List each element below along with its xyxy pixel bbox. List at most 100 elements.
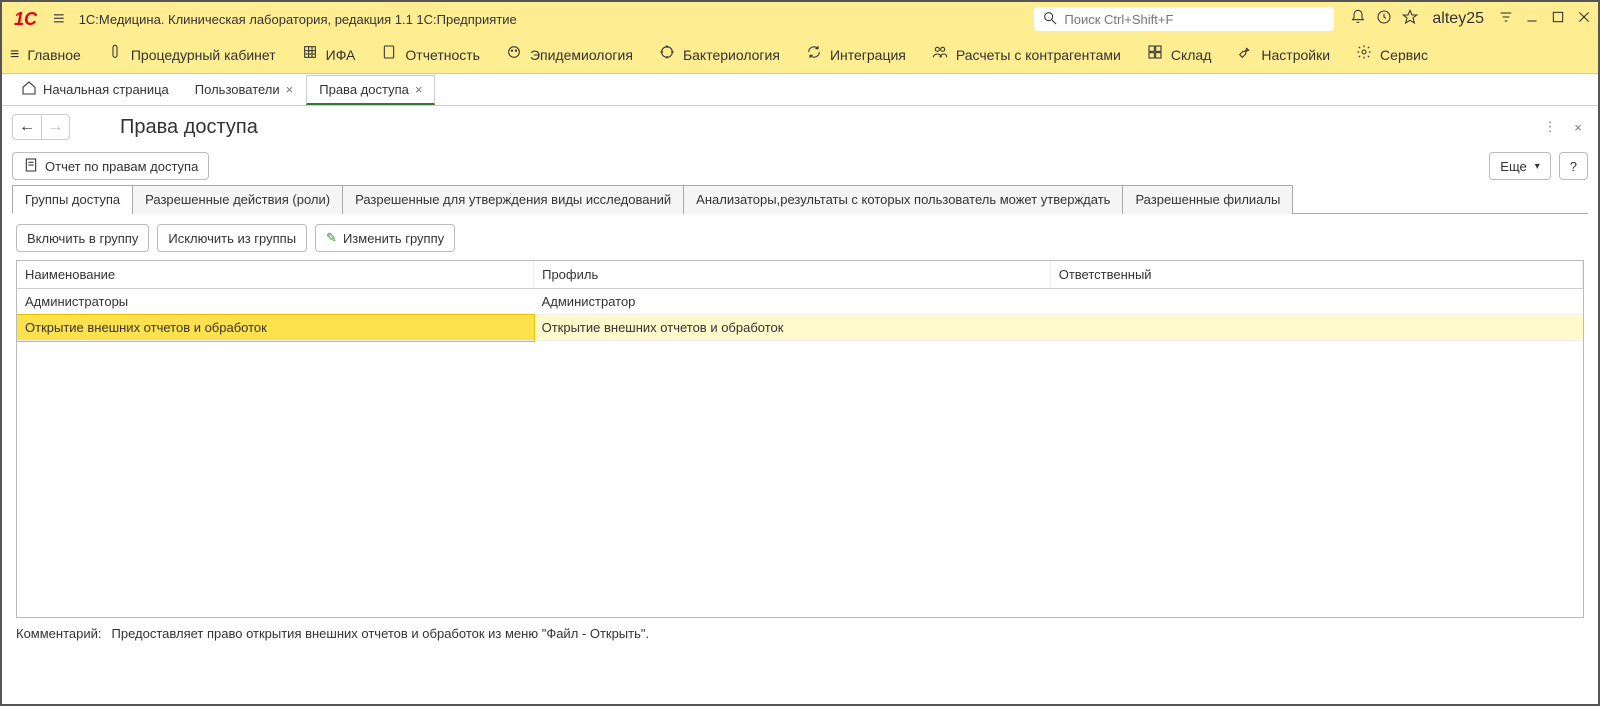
- comment-label: Комментарий:: [16, 626, 102, 641]
- kebab-icon[interactable]: ⋮: [1540, 117, 1560, 137]
- minimize-icon[interactable]: [1524, 9, 1540, 30]
- button-label: Изменить группу: [343, 231, 444, 246]
- table-cell: Администратор: [534, 289, 1051, 315]
- search-icon: [1042, 10, 1058, 29]
- menu-label: Процедурный кабинет: [131, 47, 276, 63]
- wrench-icon: [1237, 44, 1253, 65]
- book-icon: [381, 44, 397, 65]
- home-icon: [21, 80, 37, 100]
- maximize-icon[interactable]: [1550, 9, 1566, 30]
- intab-analyzers[interactable]: Анализаторы,результаты с которых пользов…: [683, 185, 1123, 214]
- logo-1c: 1C: [8, 9, 43, 30]
- menu-bact[interactable]: Бактериология: [659, 44, 780, 65]
- intab-study-types[interactable]: Разрешенные для утверждения виды исследо…: [342, 185, 684, 214]
- menu-settings[interactable]: Настройки: [1237, 44, 1330, 65]
- access-groups-table: Наименование Профиль Ответственный Админ…: [17, 261, 1583, 341]
- table-container[interactable]: Наименование Профиль Ответственный Админ…: [16, 260, 1584, 618]
- menu-reports[interactable]: Отчетность: [381, 44, 480, 65]
- menu-label: ИФА: [326, 47, 356, 63]
- table-row[interactable]: Открытие внешних отчетов и обработокОткр…: [17, 315, 1583, 341]
- menu-procedural[interactable]: Процедурный кабинет: [107, 44, 276, 65]
- people-icon: [932, 44, 948, 65]
- intab-roles[interactable]: Разрешенные действия (роли): [132, 185, 343, 214]
- menu-service[interactable]: Сервис: [1356, 44, 1428, 65]
- menu-icon-main: ≡: [10, 46, 19, 64]
- page-title: Права доступа: [120, 116, 258, 139]
- inner-tabstrip: Группы доступа Разрешенные действия (рол…: [12, 184, 1588, 214]
- close-icon[interactable]: [1576, 9, 1592, 30]
- exclude-button[interactable]: Исключить из группы: [157, 224, 307, 252]
- table-row[interactable]: АдминистраторыАдминистратор: [17, 289, 1583, 315]
- menu-label: Отчетность: [405, 47, 480, 63]
- include-button[interactable]: Включить в группу: [16, 224, 149, 252]
- bacteriology-icon: [659, 44, 675, 65]
- menu-label: Интеграция: [830, 47, 906, 63]
- page-header: ← → Права доступа ⋮ ×: [2, 106, 1598, 148]
- search-box[interactable]: [1034, 7, 1334, 31]
- titlebar: 1C ≡ 1С:Медицина. Клиническая лаборатори…: [2, 2, 1598, 36]
- menu-label: Настройки: [1261, 47, 1330, 63]
- menu-label: Бактериология: [683, 47, 780, 63]
- button-label: Отчет по правам доступа: [45, 159, 198, 174]
- more-button[interactable]: Еще ▾: [1489, 152, 1550, 180]
- filter-icon[interactable]: [1498, 9, 1514, 30]
- boxes-icon: [1147, 44, 1163, 65]
- menu-payments[interactable]: Расчеты с контрагентами: [932, 44, 1121, 65]
- menu-label: Сервис: [1380, 47, 1428, 63]
- navtab-label: Пользователи: [195, 82, 280, 97]
- back-button[interactable]: ←: [13, 115, 41, 139]
- star-icon[interactable]: [1402, 9, 1418, 30]
- chevron-down-icon: ▾: [1535, 161, 1540, 172]
- history-icon[interactable]: [1376, 9, 1392, 30]
- table-cell: Администраторы: [17, 289, 534, 315]
- edit-group-button[interactable]: ✎ Изменить группу: [315, 224, 455, 252]
- intab-branches[interactable]: Разрешенные филиалы: [1122, 185, 1293, 214]
- table-cell: [1050, 315, 1582, 341]
- menu-warehouse[interactable]: Склад: [1147, 44, 1212, 65]
- nav-buttons: ← →: [12, 114, 70, 140]
- close-page-icon[interactable]: ×: [1568, 117, 1588, 137]
- nav-tabs: Начальная страница Пользователи × Права …: [2, 74, 1598, 106]
- table-cell: Открытие внешних отчетов и обработок: [534, 315, 1051, 341]
- sync-icon: [806, 44, 822, 65]
- grid-icon: [302, 44, 318, 65]
- menu-integration[interactable]: Интеграция: [806, 44, 906, 65]
- bell-icon[interactable]: [1350, 9, 1366, 30]
- navtab-users[interactable]: Пользователи ×: [182, 75, 306, 105]
- gear-icon: [1356, 44, 1372, 65]
- pencil-icon: ✎: [326, 230, 337, 246]
- menu-label: Склад: [1171, 47, 1212, 63]
- test-tube-icon: [107, 44, 123, 65]
- comment-row: Комментарий: Предоставляет право открыти…: [2, 618, 1598, 651]
- col-name[interactable]: Наименование: [17, 261, 534, 289]
- navtab-access-rights[interactable]: Права доступа ×: [306, 75, 435, 105]
- help-button[interactable]: ?: [1559, 152, 1588, 180]
- col-profile[interactable]: Профиль: [534, 261, 1051, 289]
- table-cell: Открытие внешних отчетов и обработок: [17, 315, 534, 341]
- menu-label: Эпидемиология: [530, 47, 633, 63]
- virus-icon: [506, 44, 522, 65]
- username-label[interactable]: altey25: [1432, 10, 1484, 28]
- close-icon[interactable]: ×: [286, 82, 294, 97]
- toolbar: Отчет по правам доступа Еще ▾ ?: [2, 148, 1598, 184]
- hamburger-icon[interactable]: ≡: [49, 8, 69, 31]
- search-input[interactable]: [1064, 12, 1326, 27]
- navtab-label: Начальная страница: [43, 82, 169, 97]
- navtab-label: Права доступа: [319, 82, 409, 97]
- navtab-home[interactable]: Начальная страница: [8, 75, 182, 105]
- report-button[interactable]: Отчет по правам доступа: [12, 152, 209, 180]
- forward-button[interactable]: →: [41, 115, 69, 139]
- app-title: 1С:Медицина. Клиническая лаборатория, ре…: [79, 12, 517, 27]
- title-icons: altey25: [1350, 9, 1592, 30]
- close-icon[interactable]: ×: [415, 82, 423, 97]
- main-menu: ≡ Главное Процедурный кабинет ИФА Отчетн…: [2, 36, 1598, 74]
- menu-main[interactable]: ≡ Главное: [10, 46, 81, 64]
- menu-label: Расчеты с контрагентами: [956, 47, 1121, 63]
- col-responsible[interactable]: Ответственный: [1050, 261, 1582, 289]
- report-icon: [23, 157, 39, 176]
- intab-access-groups[interactable]: Группы доступа: [12, 185, 133, 214]
- menu-ifa[interactable]: ИФА: [302, 44, 356, 65]
- table-header-row: Наименование Профиль Ответственный: [17, 261, 1583, 289]
- menu-epid[interactable]: Эпидемиология: [506, 44, 633, 65]
- comment-text: Предоставляет право открытия внешних отч…: [112, 626, 650, 641]
